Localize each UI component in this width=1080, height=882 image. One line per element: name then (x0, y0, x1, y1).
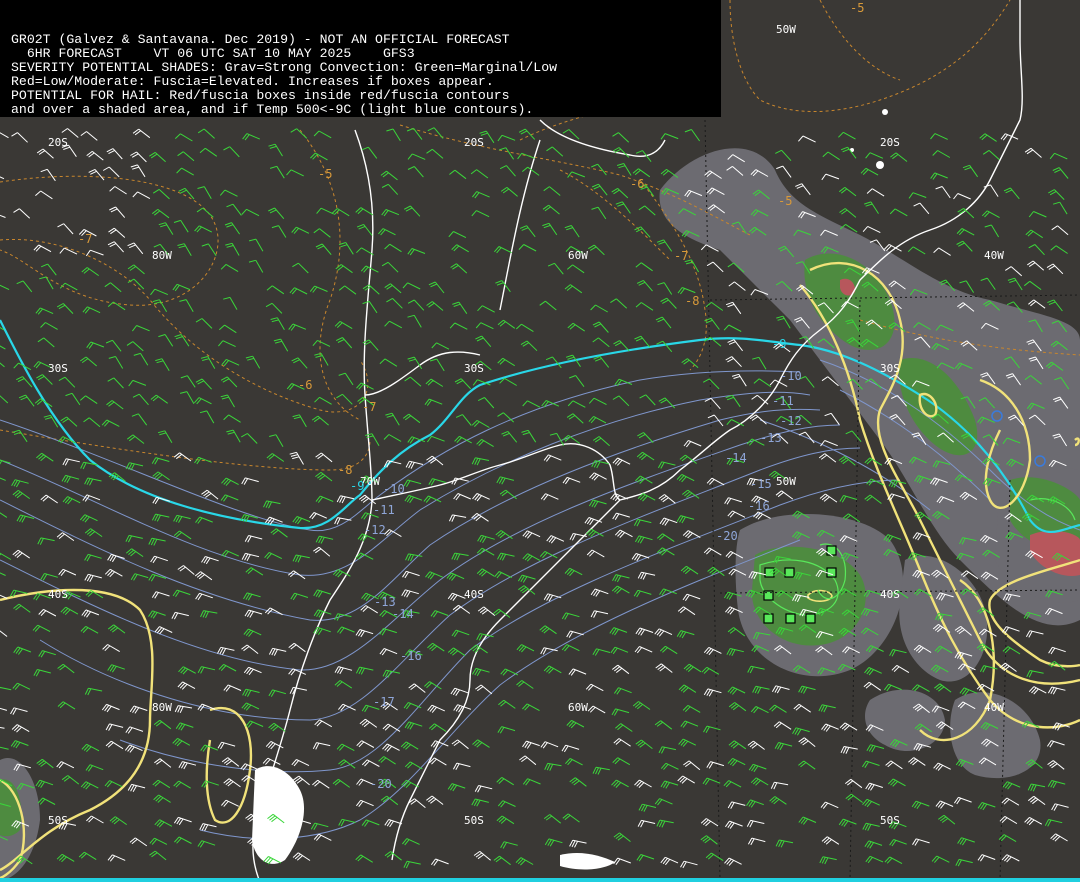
lat-label-40s-center: 40S (464, 588, 484, 601)
temp-contour-label: -12 (364, 523, 386, 537)
temp500-contour-label: -9 (772, 337, 786, 351)
warm-contour-label: -7 (674, 249, 688, 263)
lon-label-40w-north: 40W (984, 249, 1004, 262)
warm-contour-label: -6 (298, 378, 312, 392)
temp-contour-label: -11 (373, 503, 395, 517)
temp-contour-label: -12 (780, 414, 802, 428)
lat-label-50s-center: 50S (464, 814, 484, 827)
lon-label-50w-south: 50W (776, 475, 796, 488)
warm-contour-label: -8 (685, 294, 699, 308)
lat-label-30s-east: 30S (880, 362, 900, 375)
temp-contour-label: -11 (772, 394, 794, 408)
warm-contour-label: -5 (850, 1, 864, 15)
lon-label-80w-south: 80W (152, 701, 172, 714)
warm-contour-label: -8 (338, 463, 352, 477)
temp-contour-label: -15 (750, 477, 772, 491)
lat-label-30s-west: 30S (48, 362, 68, 375)
lon-label-80w-north: 80W (152, 249, 172, 262)
lat-label-20s-east: 20S (880, 136, 900, 149)
temp-contour-label: -10 (780, 369, 802, 383)
forecast-header: GR02T (Galvez & Santavana. Dec 2019) - N… (0, 0, 721, 117)
header-line-severity: SEVERITY POTENTIAL SHADES: Grav=Strong C… (11, 60, 558, 75)
temp-contour-label: -10 (383, 482, 405, 496)
temp-contour-label: -17 (373, 695, 395, 709)
lat-label-20s-west: 20S (48, 136, 68, 149)
lon-label-60w-north: 60W (568, 249, 588, 262)
warm-contour-label: -7 (78, 232, 92, 246)
temp-contour-label: -13 (760, 431, 782, 445)
temp-contour-label: -14 (725, 451, 747, 465)
temp-contour-label: -16 (748, 499, 770, 513)
warm-contour-label: -7 (362, 400, 376, 414)
temp-contour-label: -20 (370, 777, 392, 791)
warm-contour-label: -5 (778, 194, 792, 208)
temp-contour-label: -16 (400, 649, 422, 663)
lat-label-40s-east: 40S (880, 588, 900, 601)
lat-label-20s-center: 20S (464, 136, 484, 149)
lat-label-40s-west: 40S (48, 588, 68, 601)
header-line-title: GR02T (Galvez & Santavana. Dec 2019) - N… (11, 32, 510, 47)
lon-label-40w-south: 40W (984, 701, 1004, 714)
header-line-severity-cont: Red=Low/Moderate: Fuscia=Elevated. Incre… (11, 74, 494, 89)
warm-contour-label: -5 (318, 167, 332, 181)
temp-contour-label: -14 (392, 607, 414, 621)
lat-label-50s-west: 50S (48, 814, 68, 827)
temp-contour-label: -20 (716, 529, 738, 543)
header-line-forecast: 6HR FORECAST VT 06 UTC SAT 10 MAY 2025 G… (11, 46, 415, 61)
lon-label-60w-south: 60W (568, 701, 588, 714)
warm-contour-label: -6 (630, 177, 644, 191)
temp500-contour-label: -9 (350, 479, 364, 493)
header-line-hail-cont: and over a shaded area, and if Temp 500<… (11, 102, 534, 117)
bottom-border (0, 878, 1080, 882)
lat-label-30s-center: 30S (464, 362, 484, 375)
lon-label-50w-north: 50W (776, 23, 796, 36)
forecast-map: 20S 20S 20S 30S 30S 30S 40S 40S 40S 50S … (0, 0, 1080, 882)
header-line-hail: POTENTIAL FOR HAIL: Red/fuscia boxes ins… (11, 88, 510, 103)
lat-label-50s-east: 50S (880, 814, 900, 827)
